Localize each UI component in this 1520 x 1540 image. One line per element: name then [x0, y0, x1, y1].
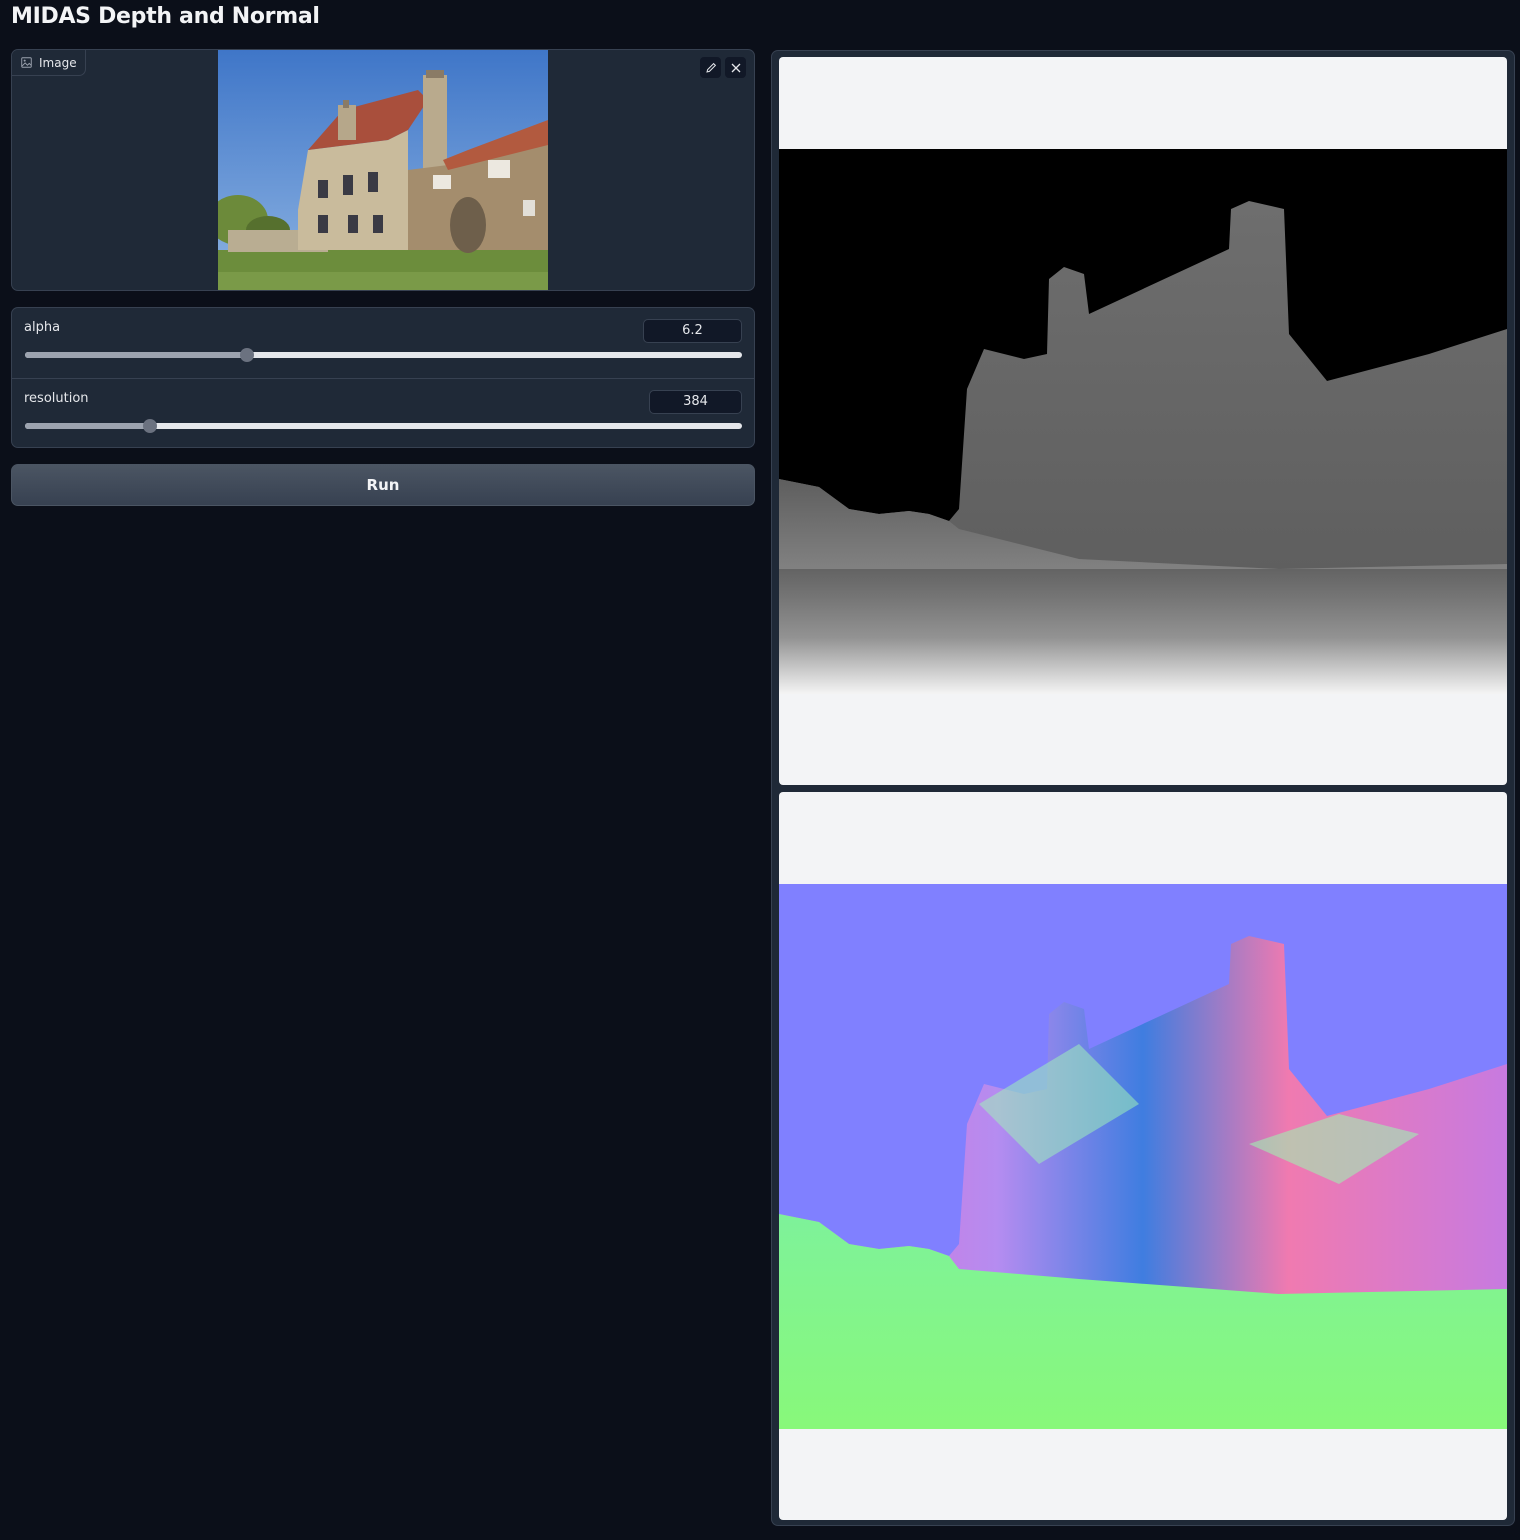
- resolution-slider[interactable]: [25, 419, 742, 433]
- image-icon: [21, 57, 32, 68]
- resolution-slider-thumb[interactable]: [142, 419, 157, 433]
- alpha-label: alpha: [24, 320, 61, 335]
- normal-map-image: [779, 884, 1507, 1429]
- alpha-slider-fill: [25, 352, 248, 358]
- alpha-slider-thumb[interactable]: [240, 348, 255, 362]
- image-label: Image: [39, 55, 77, 70]
- depth-map-output[interactable]: [779, 57, 1507, 785]
- parameters-panel: alpha 6.2 resolution 384: [11, 307, 755, 448]
- image-toolbar: [700, 57, 746, 78]
- edit-button[interactable]: [700, 57, 721, 78]
- resolution-number-input[interactable]: 384: [649, 390, 742, 414]
- clear-image-button[interactable]: [725, 57, 746, 78]
- resolution-slider-row: resolution 384: [12, 378, 754, 448]
- resolution-label: resolution: [24, 391, 89, 406]
- alpha-slider[interactable]: [25, 348, 742, 362]
- depth-map-image: [779, 149, 1507, 694]
- alpha-slider-row: alpha 6.2: [12, 308, 754, 378]
- input-photo: [218, 50, 548, 290]
- page-title: MIDAS Depth and Normal: [11, 4, 320, 29]
- normal-map-output[interactable]: [779, 792, 1507, 1520]
- resolution-slider-fill: [25, 423, 150, 429]
- run-button[interactable]: Run: [11, 464, 755, 506]
- alpha-number-input[interactable]: 6.2: [643, 319, 742, 343]
- pencil-icon: [705, 62, 716, 73]
- image-label-tag: Image: [12, 50, 86, 76]
- input-image-block[interactable]: Image: [11, 49, 755, 291]
- close-icon: [731, 63, 740, 72]
- output-gallery: [771, 50, 1515, 1526]
